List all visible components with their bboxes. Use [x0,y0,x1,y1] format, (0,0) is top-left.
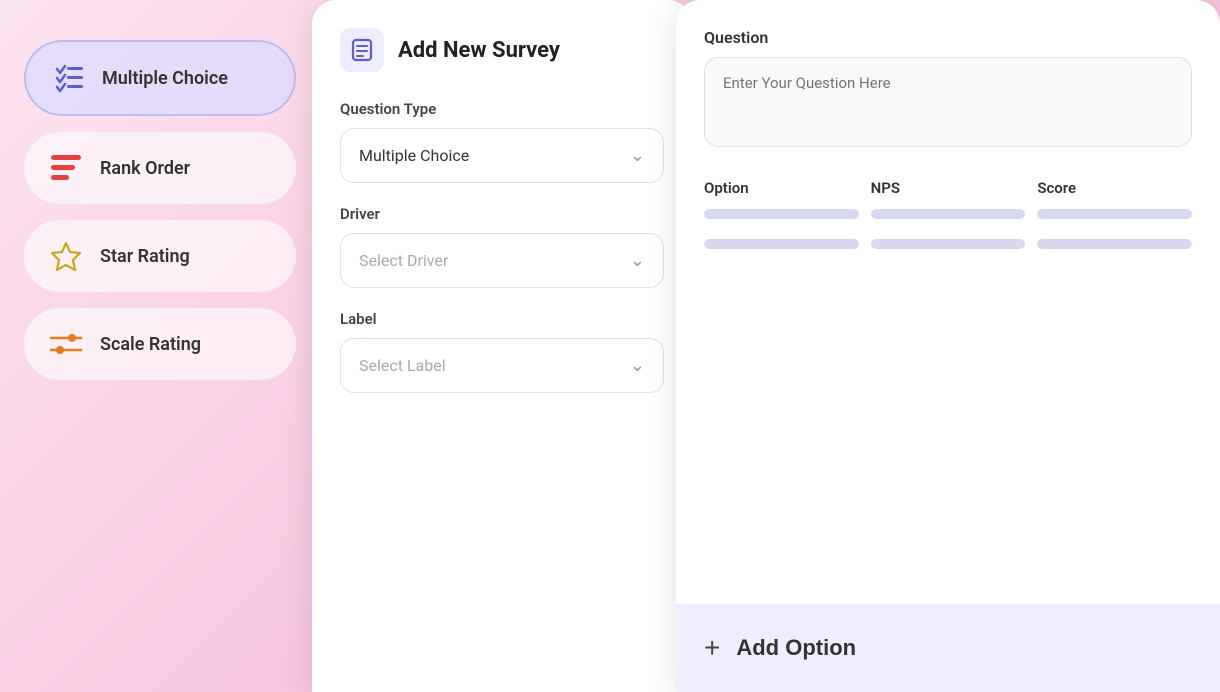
sidebar-item-rank-order[interactable]: Rank Order [24,132,296,204]
nps-1-bar[interactable] [871,209,1026,219]
options-table-header: Option NPS Score [704,179,1192,197]
rank-icon [48,150,84,186]
options-panel: Question Option NPS Score + Add Option [676,0,1220,692]
sidebar-item-star-rating[interactable]: Star Rating [24,220,296,292]
question-section-label: Question [704,28,1192,47]
col-score: Score [1037,179,1192,197]
label-label: Label [340,310,664,328]
question-type-label: Question Type [340,100,664,118]
form-panel: Add New Survey Question Type Multiple Ch… [312,0,692,692]
nps-2-bar[interactable] [871,239,1026,249]
plus-icon: + [704,632,720,664]
sidebar: Multiple Choice Rank Order Star Rating [0,0,320,692]
question-type-select[interactable]: Multiple Choice ⌄ [340,128,664,183]
star-icon [48,238,84,274]
label-select[interactable]: Select Label ⌄ [340,338,664,393]
option-row-2 [704,239,1192,249]
form-panel-header: Add New Survey [340,28,664,72]
add-option-button[interactable]: + Add Option [676,604,1220,692]
score-2-bar[interactable] [1037,239,1192,249]
option-2-bar[interactable] [704,239,859,249]
driver-select[interactable]: Select Driver ⌄ [340,233,664,288]
label-chevron: ⌄ [630,355,645,376]
form-header-icon [340,28,384,72]
question-type-value: Multiple Choice [359,146,469,165]
scale-icon [48,326,84,362]
col-nps: NPS [871,179,1026,197]
multichoice-icon [50,60,86,96]
score-1-bar[interactable] [1037,209,1192,219]
question-type-chevron: ⌄ [630,145,645,166]
driver-chevron: ⌄ [630,250,645,271]
col-option: Option [704,179,859,197]
question-input[interactable] [704,57,1192,147]
sidebar-item-multiple-choice[interactable]: Multiple Choice [24,40,296,116]
sidebar-item-label-star-rating: Star Rating [100,246,272,267]
form-panel-title: Add New Survey [398,38,560,63]
sidebar-item-label-multiple-choice: Multiple Choice [102,68,270,89]
driver-placeholder: Select Driver [359,251,448,270]
add-option-label: Add Option [736,635,856,661]
driver-label: Driver [340,205,664,223]
sidebar-item-label-scale-rating: Scale Rating [100,334,272,355]
label-placeholder: Select Label [359,356,446,375]
sidebar-item-scale-rating[interactable]: Scale Rating [24,308,296,380]
option-row-1 [704,209,1192,219]
option-1-bar[interactable] [704,209,859,219]
sidebar-item-label-rank-order: Rank Order [100,158,272,179]
